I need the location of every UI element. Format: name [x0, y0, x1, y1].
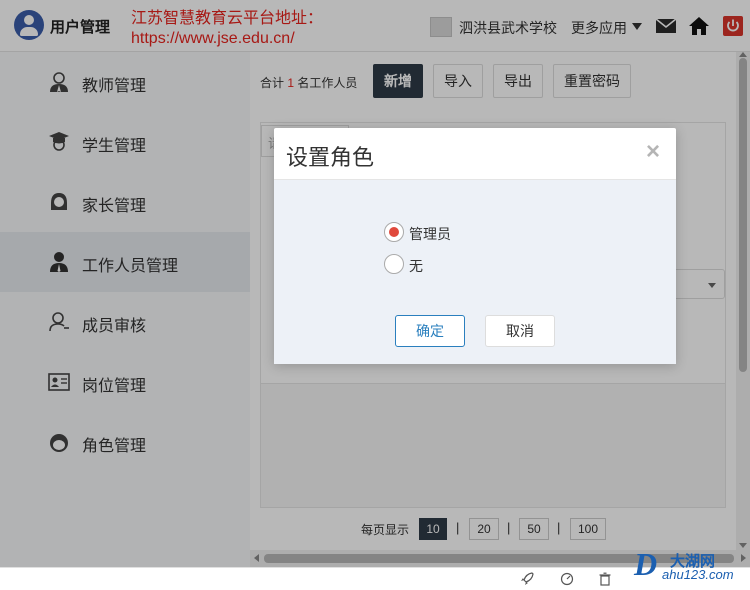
- dialog-title: 设置角色: [286, 145, 375, 170]
- site-watermark-logo: D 大湖网 ahu123.com: [630, 544, 745, 584]
- rocket-icon[interactable]: [520, 572, 534, 586]
- trash-icon[interactable]: [598, 572, 612, 586]
- close-icon[interactable]: ×: [646, 140, 660, 164]
- radio-unchecked-icon[interactable]: [384, 254, 404, 274]
- confirm-button[interactable]: 确定: [395, 315, 465, 347]
- set-role-dialog: 设置角色 × 管理员 无 确定 取消: [274, 128, 676, 364]
- dialog-body: 管理员 无 确定 取消: [274, 180, 676, 364]
- brand-url: ahu123.com: [662, 567, 734, 582]
- radio-checked-icon[interactable]: [384, 222, 404, 242]
- role-option-label: 管理员: [409, 226, 451, 242]
- cancel-button[interactable]: 取消: [485, 315, 555, 347]
- brand-letter: D: [634, 546, 658, 582]
- speed-gauge-icon[interactable]: [560, 572, 574, 586]
- dialog-header: 设置角色 ×: [274, 128, 676, 180]
- role-option-label: 无: [409, 258, 423, 274]
